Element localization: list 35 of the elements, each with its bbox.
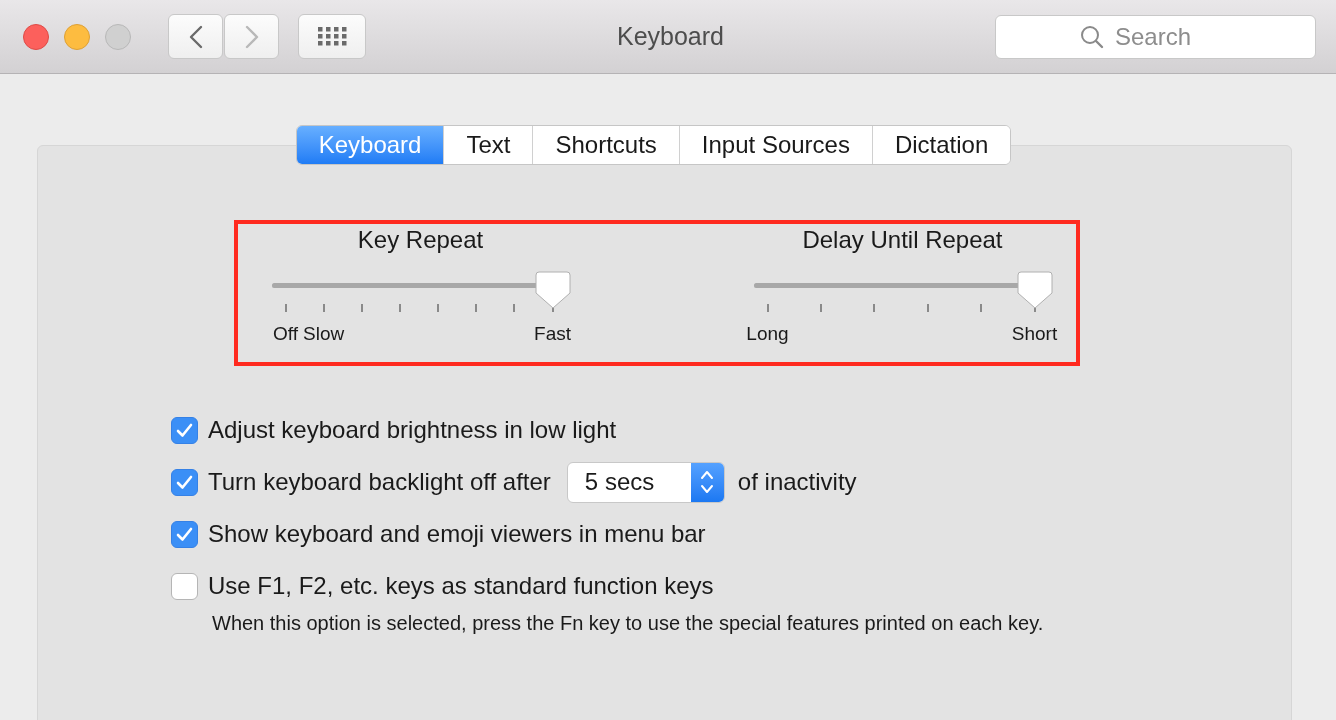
chevron-right-icon	[244, 24, 259, 49]
slider-label: Short	[1011, 322, 1058, 346]
close-window-button[interactable]	[23, 23, 49, 50]
checkmark-icon	[176, 422, 193, 438]
slider-label: Off	[273, 322, 298, 346]
checkmark-icon	[176, 474, 193, 490]
slider-title: Delay Until Repeat	[802, 226, 1003, 254]
checkmark-icon	[176, 526, 193, 542]
slider-label: Fast	[534, 322, 571, 346]
option-label: Adjust keyboard brightness in low light	[208, 415, 617, 445]
search-icon	[1080, 24, 1104, 49]
option-note: When this option is selected, press the Fn key to use the special features printed on each key.	[212, 611, 1044, 636]
slider-label: Long	[746, 322, 789, 346]
slider-thumb[interactable]	[1016, 271, 1053, 309]
slider-title: Key Repeat	[357, 226, 484, 254]
option-label: Turn keyboard backlight off after	[208, 467, 551, 497]
checkbox[interactable]	[171, 468, 198, 496]
grid-icon	[317, 27, 347, 46]
window-title: Keyboard	[617, 20, 724, 52]
slider-label: Slow	[303, 322, 345, 346]
checkbox[interactable]	[171, 520, 198, 548]
checkbox[interactable]	[171, 416, 198, 444]
chevron-left-icon	[188, 24, 203, 49]
option-label: Show keyboard and emoji viewers in menu bar	[208, 519, 706, 549]
minimize-window-button[interactable]	[64, 23, 90, 50]
search-field[interactable]: Search	[995, 14, 1316, 59]
slider-thumb[interactable]	[534, 271, 571, 309]
option-suffix: of inactivity	[737, 467, 857, 497]
show-all-button[interactable]	[298, 14, 366, 59]
option-label: Use F1, F2, etc. keys as standard function keys	[208, 571, 714, 601]
back-button[interactable]	[168, 14, 223, 59]
tab[interactable]: Dictation	[871, 126, 1011, 164]
duration-select[interactable]: 5 secs	[566, 461, 725, 503]
checkbox[interactable]	[171, 572, 198, 600]
stepper-arrows-icon	[700, 469, 715, 495]
